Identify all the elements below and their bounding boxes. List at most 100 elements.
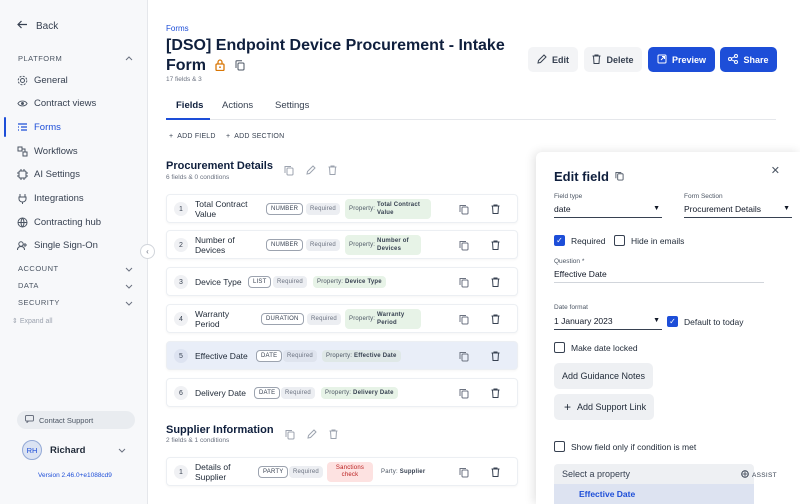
collapse-sidebar-button[interactable]: ‹ bbox=[140, 244, 155, 259]
share-label: Share bbox=[743, 54, 769, 65]
trash-icon[interactable] bbox=[491, 240, 500, 253]
date-format-select[interactable]: 1 January 2023 ▼ bbox=[554, 316, 662, 330]
breadcrumb[interactable]: Forms bbox=[166, 24, 189, 33]
property-value: Effective Date bbox=[354, 353, 397, 359]
row-number: 5 bbox=[174, 349, 188, 363]
copy-icon[interactable] bbox=[285, 429, 295, 443]
hide-emails-checkbox[interactable]: Hide in emails bbox=[614, 235, 684, 246]
section-account[interactable]: ACCOUNT bbox=[18, 264, 59, 273]
make-locked-checkbox[interactable]: Make date locked bbox=[554, 342, 638, 353]
trash-icon[interactable] bbox=[329, 429, 338, 443]
form-section-select[interactable]: Procurement Details ▼ bbox=[684, 204, 792, 218]
chevron-down-icon[interactable] bbox=[125, 299, 133, 308]
trash-icon[interactable] bbox=[328, 165, 337, 179]
field-type-label: Field type bbox=[554, 193, 583, 200]
caret-down-icon: ▼ bbox=[653, 205, 660, 212]
contact-support-button[interactable]: Contact Support bbox=[17, 411, 135, 429]
version-text: Version 2.46.0+e1088cd9 bbox=[38, 472, 112, 479]
sidebar-item-forms[interactable]: Forms bbox=[17, 119, 61, 135]
chevron-down-icon[interactable] bbox=[125, 265, 133, 274]
field-row[interactable]: 1 Total Contract Value NUMBER Required P… bbox=[166, 194, 518, 223]
plus-icon: + bbox=[226, 133, 231, 140]
tab-fields[interactable]: Fields bbox=[176, 100, 203, 111]
add-field-button[interactable]: + ADD FIELD bbox=[169, 133, 216, 140]
required-badge: Required bbox=[307, 313, 341, 325]
edit-label: Edit bbox=[552, 54, 569, 65]
property-badge: Property: Warranty Period bbox=[345, 309, 422, 329]
assist-label: ASSIST bbox=[752, 471, 777, 479]
required-badge: Required bbox=[306, 239, 340, 251]
section-security[interactable]: SECURITY bbox=[18, 298, 60, 307]
section-data[interactable]: DATA bbox=[18, 281, 39, 290]
show-condition-checkbox[interactable]: Show field only if condition is met bbox=[554, 441, 696, 452]
sidebar-item-label: Forms bbox=[34, 121, 61, 133]
sidebar-item-contract-views[interactable]: Contract views bbox=[17, 95, 96, 111]
add-guidance-button[interactable]: Add Guidance Notes bbox=[554, 363, 654, 389]
field-row[interactable]: 1 Details of Supplier PARTY Required San… bbox=[166, 457, 518, 486]
default-today-checkbox[interactable]: ✓ Default to today bbox=[667, 316, 744, 327]
preview-button[interactable]: Preview bbox=[648, 47, 715, 72]
sidebar-item-integrations[interactable]: Integrations bbox=[17, 190, 84, 206]
required-checkbox[interactable]: ✓ Required bbox=[554, 235, 606, 246]
sidebar-item-workflows[interactable]: Workflows bbox=[17, 143, 78, 159]
copy-icon[interactable] bbox=[459, 240, 469, 254]
back-link[interactable]: Back bbox=[17, 20, 58, 32]
copy-icon[interactable] bbox=[459, 467, 469, 481]
field-row[interactable]: 3 Device Type LIST Required Property: De… bbox=[166, 267, 518, 296]
copy-icon[interactable] bbox=[235, 57, 245, 77]
section-subtitle: 6 fields & 0 conditions bbox=[166, 174, 230, 181]
share-button[interactable]: Share bbox=[720, 47, 777, 72]
field-type-select[interactable]: date ▼ bbox=[554, 204, 662, 218]
row-number: 4 bbox=[174, 312, 188, 326]
close-icon[interactable]: ✕ bbox=[771, 164, 780, 177]
copy-icon[interactable] bbox=[459, 204, 469, 218]
expand-all-link[interactable]: ⇕ Expand all bbox=[12, 317, 53, 325]
question-input[interactable]: Effective Date bbox=[554, 269, 764, 283]
copy-icon[interactable] bbox=[459, 351, 469, 365]
field-row[interactable]: 2 Number of Devices NUMBER Required Prop… bbox=[166, 230, 518, 259]
pencil-icon[interactable] bbox=[307, 429, 317, 443]
tab-settings[interactable]: Settings bbox=[275, 100, 309, 111]
chevron-up-icon[interactable] bbox=[125, 54, 133, 63]
copy-icon[interactable] bbox=[459, 314, 469, 328]
sidebar-item-contracting-hub[interactable]: Contracting hub bbox=[17, 214, 101, 230]
pencil-icon[interactable] bbox=[306, 165, 316, 179]
chevron-down-icon[interactable] bbox=[118, 446, 126, 455]
sidebar-item-general[interactable]: General bbox=[17, 72, 68, 88]
add-support-link-button[interactable]: + Add Support Link bbox=[554, 394, 655, 420]
section-title: Procurement Details bbox=[166, 160, 273, 172]
delete-button[interactable]: Delete bbox=[584, 47, 642, 72]
trash-icon[interactable] bbox=[491, 204, 500, 217]
field-row[interactable]: 6 Delivery Date DATE Required Property: … bbox=[166, 378, 518, 407]
trash-icon[interactable] bbox=[491, 388, 500, 401]
copy-icon[interactable] bbox=[615, 169, 624, 184]
assist-button[interactable]: ASSIST bbox=[741, 470, 777, 480]
chevron-down-icon[interactable] bbox=[125, 282, 133, 291]
edit-button[interactable]: Edit bbox=[528, 47, 578, 72]
select-property-input[interactable]: Select a property bbox=[554, 464, 754, 484]
add-section-button[interactable]: + ADD SECTION bbox=[226, 133, 284, 140]
trash-icon[interactable] bbox=[491, 351, 500, 364]
form-section-value: Procurement Details bbox=[684, 204, 762, 214]
copy-icon[interactable] bbox=[459, 277, 469, 291]
field-row[interactable]: 4 Warranty Period DURATION Required Prop… bbox=[166, 304, 518, 333]
copy-icon[interactable] bbox=[459, 388, 469, 402]
gear-icon bbox=[17, 75, 28, 86]
field-type-badge: NUMBER bbox=[266, 239, 304, 251]
field-type-badge: PARTY bbox=[258, 466, 289, 478]
checkbox-box bbox=[614, 235, 625, 246]
sidebar-item-sso[interactable]: Single Sign-On bbox=[17, 237, 98, 253]
copy-icon[interactable] bbox=[284, 165, 294, 179]
integrations-icon bbox=[17, 193, 28, 204]
user-menu[interactable]: RH Richard bbox=[22, 440, 85, 460]
trash-icon[interactable] bbox=[491, 467, 500, 480]
trash-icon[interactable] bbox=[491, 277, 500, 290]
tab-actions[interactable]: Actions bbox=[222, 100, 253, 111]
date-format-value: 1 January 2023 bbox=[554, 316, 613, 326]
sidebar-item-ai-settings[interactable]: AI Settings bbox=[17, 166, 80, 182]
show-condition-label: Show field only if condition is met bbox=[571, 441, 697, 452]
field-row-selected[interactable]: 5 Effective Date DATE Required Property:… bbox=[166, 341, 518, 370]
trash-icon[interactable] bbox=[491, 314, 500, 327]
section-platform[interactable]: PLATFORM bbox=[18, 54, 62, 63]
dropdown-option[interactable]: Effective Date bbox=[554, 484, 754, 504]
